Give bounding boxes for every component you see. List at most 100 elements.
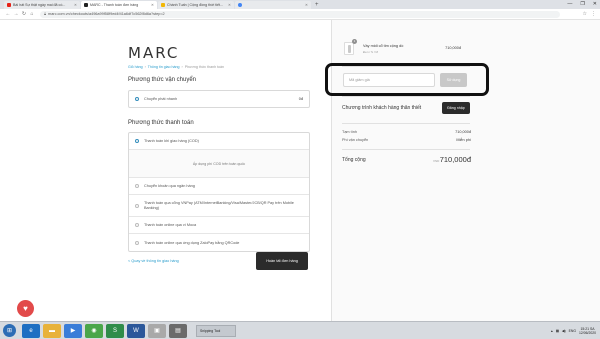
close-window-icon[interactable]: ✕ [593, 1, 597, 7]
chevron-right-icon: › [181, 65, 183, 69]
payment-option-label: Thanh toán online qua ứng dụng ZaloPay b… [144, 240, 240, 245]
total-value: 710,000đ [439, 155, 471, 164]
browser-tab-blank[interactable]: ✕ [235, 1, 311, 9]
payment-option-label: Thanh toán online qua ví Moca [144, 223, 197, 227]
shipping-option[interactable]: Chuyển phát nhanh 0đ [129, 91, 309, 107]
radio-selected-icon[interactable] [135, 97, 139, 101]
reload-icon[interactable]: ↻ [20, 11, 28, 17]
product-name: Váy midi cổ tim cộng dồ [363, 44, 404, 48]
close-icon[interactable]: ✕ [305, 3, 308, 7]
close-icon[interactable]: ✕ [228, 3, 231, 7]
window-controls: — ❐ ✕ [567, 1, 597, 7]
windows-taskbar: ⊞ e ▬ ▶ ◉ S W ▣ ▤ Snipping Tool ▴ ▦ ◀) E… [0, 321, 600, 339]
total-currency: VND [433, 159, 440, 163]
tab-title: Bài hát Sự thật ngày mai đã có... [13, 3, 66, 7]
system-tray: ▴ ▦ ◀) ENG 15:21 SA 12/06/2020 [551, 327, 600, 335]
close-icon[interactable]: ✕ [74, 3, 77, 7]
input-language[interactable]: ENG [569, 329, 576, 333]
browser-toolbar: ← → ↻ ⌂ 🔒︎ marc.com.vn/checkouts/a496a99… [0, 9, 600, 20]
complete-order-button[interactable]: Hoàn tất đơn hàng [256, 252, 308, 270]
lock-icon: 🔒︎ [44, 12, 47, 16]
menu-kebab-icon[interactable]: ⋮ [591, 11, 596, 17]
shipping-fee-value: Miễn phí [456, 138, 471, 142]
tab-title: Chánh Tuấn | Cộng đồng thời tiết... [167, 3, 224, 7]
clock[interactable]: 15:21 SA 12/06/2020 [579, 327, 596, 335]
subtotal-value: 710,000đ [455, 130, 471, 134]
app-icon[interactable]: ▤ [169, 323, 187, 338]
marc-favicon-icon [84, 3, 88, 7]
browser-tab-marc-checkout[interactable]: MARC - Thanh toán đơn hàng ✕ [81, 1, 157, 9]
payment-option-bank-transfer[interactable]: Chuyển khoản qua ngân hàng [129, 178, 309, 195]
quantity-badge: 1 [352, 39, 357, 44]
back-to-shipping-link[interactable]: < Quay về thông tin giao hàng [128, 259, 179, 263]
shipping-method-box: Chuyển phát nhanh 0đ [128, 90, 310, 108]
ie-icon[interactable]: e [22, 323, 40, 338]
payment-method-title: Phương thức thanh toán [128, 120, 194, 126]
payment-option-zalopay[interactable]: Thanh toán online qua ứng dụng ZaloPay b… [129, 234, 309, 251]
shipping-option-price: 0đ [298, 97, 303, 101]
tray-arrow-icon[interactable]: ▴ [551, 329, 553, 333]
payment-method-box: Thanh toán khi giao hàng (COD) Áp dụng p… [128, 132, 310, 252]
radio-selected-icon[interactable] [135, 139, 139, 143]
clock-date: 12/06/2020 [579, 330, 596, 335]
subtotal-label: Tạm tính [342, 130, 357, 134]
forward-arrow-icon[interactable]: → [12, 11, 20, 17]
breadcrumb-cart[interactable]: Giỏ hàng [128, 65, 143, 69]
payment-option-moca[interactable]: Thanh toán online qua ví Moca [129, 217, 309, 234]
app-icon[interactable]: ▣ [148, 323, 166, 338]
payment-option-label: Thanh toán qua cổng VNPay (ATM/InternetB… [144, 200, 294, 210]
youtube-favicon-icon [7, 3, 11, 7]
radio-icon[interactable] [135, 240, 139, 245]
network-icon[interactable]: ▦ [556, 329, 559, 333]
payment-option-label: Chuyển khoản qua ngân hàng [144, 184, 195, 188]
browser-tab-community[interactable]: Chánh Tuấn | Cộng đồng thời tiết... ✕ [158, 1, 234, 9]
browser-tab-youtube[interactable]: Bài hát Sự thật ngày mai đã có... ✕ [4, 1, 80, 9]
breadcrumb: Giỏ hàng › Thông tin giao hàng › Phương … [128, 65, 224, 69]
clock-time: 15:21 SA [580, 326, 595, 331]
heart-icon[interactable]: ♥ [17, 300, 34, 317]
page-favicon-icon [238, 3, 242, 7]
login-button[interactable]: Đăng nhập [442, 102, 470, 114]
payment-option-label: Thanh toán khi giao hàng (COD) [144, 139, 199, 143]
store-logo[interactable]: MARC [128, 44, 179, 62]
radio-icon[interactable] [135, 223, 139, 227]
product-thumbnail [344, 42, 354, 55]
maximize-icon[interactable]: ❐ [580, 1, 584, 7]
windows-start-icon[interactable]: ⊞ [3, 324, 16, 337]
bookmark-star-icon[interactable]: ☆ [583, 11, 587, 17]
product-price: 710,000đ [445, 46, 461, 50]
chrome-icon[interactable]: ◉ [85, 323, 103, 338]
file-explorer-icon[interactable]: ▬ [43, 323, 61, 338]
window-title: Snipping Tool [200, 328, 221, 333]
shipping-method-title: Phương thức vận chuyển [128, 77, 197, 83]
product-variant: Đen / S / M [363, 50, 379, 54]
skype-icon[interactable]: S [106, 323, 124, 338]
page-favicon-icon [161, 3, 165, 7]
tab-title: MARC - Thanh toán đơn hàng [90, 3, 139, 7]
payment-option-vnpay[interactable]: Thanh toán qua cổng VNPay (ATM/InternetB… [129, 195, 309, 217]
chevron-right-icon: › [144, 65, 146, 69]
toolbar-icons: ☆ ⋮ [583, 11, 596, 17]
radio-icon[interactable] [135, 184, 139, 188]
address-bar[interactable]: 🔒︎ marc.com.vn/checkouts/a496a99f58f9ed4… [40, 10, 560, 18]
new-tab-button[interactable]: + [315, 1, 319, 9]
back-arrow-icon[interactable]: ← [4, 11, 12, 17]
url-text: marc.com.vn/checkouts/a496a99f58f9ed4f41… [48, 12, 165, 16]
divider [342, 149, 470, 150]
volume-icon[interactable]: ◀) [562, 329, 566, 333]
close-icon[interactable]: ✕ [151, 3, 154, 7]
media-player-icon[interactable]: ▶ [64, 323, 82, 338]
browser-tab-bar: Bài hát Sự thật ngày mai đã có... ✕ MARC… [0, 0, 600, 9]
breadcrumb-shipping-info[interactable]: Thông tin giao hàng [148, 65, 180, 69]
cod-note-text: Áp dụng phí COD trên toàn quốc [192, 161, 246, 166]
radio-icon[interactable] [135, 203, 139, 208]
product-image [348, 45, 351, 53]
divider [342, 96, 470, 97]
shipping-option-label: Chuyển phát nhanh [144, 97, 178, 101]
word-icon[interactable]: W [127, 323, 145, 338]
home-icon[interactable]: ⌂ [28, 11, 36, 17]
snipping-tool-window[interactable]: Snipping Tool [196, 324, 236, 337]
annotation-highlight-box [325, 63, 489, 96]
minimize-icon[interactable]: — [567, 1, 572, 7]
payment-option-cod[interactable]: Thanh toán khi giao hàng (COD) [129, 133, 309, 150]
